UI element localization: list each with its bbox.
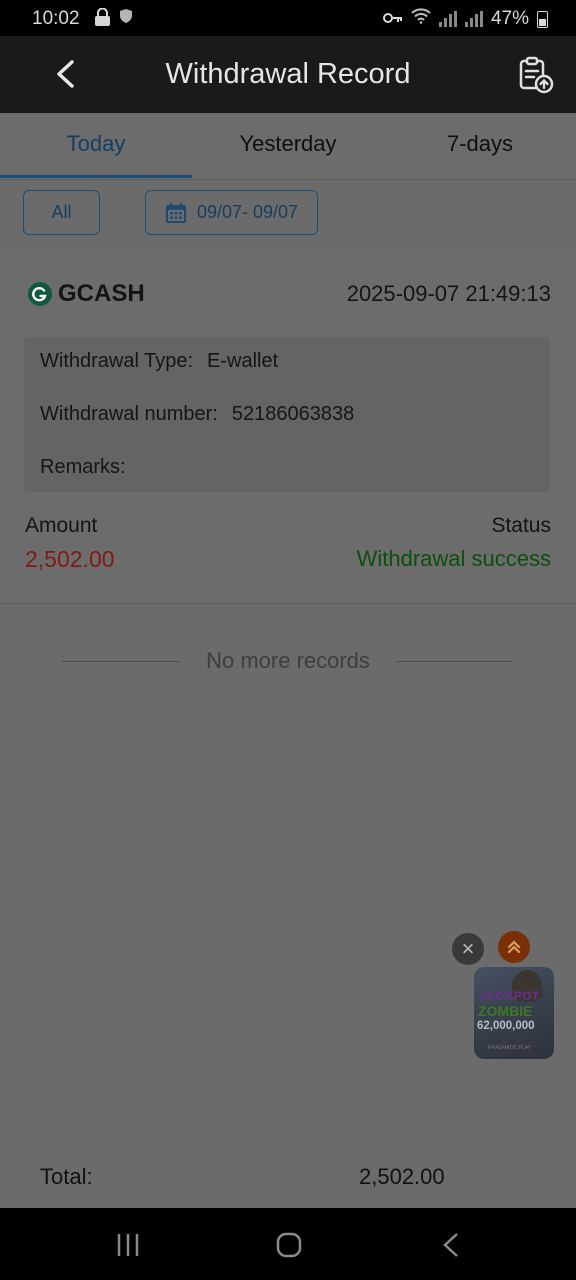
withdrawal-type-row: Withdrawal Type: E-wallet: [40, 350, 278, 373]
remarks-label: Remarks:: [40, 456, 126, 478]
total-value: 2,502.00: [359, 1164, 445, 1189]
payment-method-name: GCASH: [58, 280, 145, 307]
home-button[interactable]: [269, 1228, 309, 1262]
list-end-indicator: No more records: [0, 647, 576, 677]
scroll-top-button[interactable]: [498, 931, 530, 963]
withdrawal-number-label: Withdrawal number:: [40, 403, 218, 425]
withdrawal-record-card[interactable]: GCASH 2025-09-07 21:49:13 Withdrawal Typ…: [0, 250, 576, 604]
amount-label: Amount: [25, 514, 98, 537]
tab-7-days[interactable]: 7-days: [384, 131, 576, 157]
withdrawal-number-row: Withdrawal number: 52186063838: [40, 403, 354, 426]
back-icon: [443, 1233, 458, 1257]
promo-banner[interactable]: JACKPOT ZOMBIE 62,000,000 PRAGMATIC PLAY: [474, 967, 554, 1059]
home-icon: [276, 1232, 302, 1258]
status-bar: 10:02 47%: [0, 0, 576, 36]
total-label: Total:: [40, 1164, 93, 1189]
total-bar: Total: 2,502.00: [0, 1148, 576, 1208]
divider: [396, 661, 512, 662]
status-label: Status: [491, 514, 551, 537]
system-navigation-bar: [0, 1208, 576, 1280]
status-time: 10:02: [32, 8, 80, 29]
calendar-icon: [165, 202, 186, 223]
tab-today[interactable]: Today: [0, 131, 192, 157]
key-icon: [382, 8, 403, 30]
promo-provider: PRAGMATIC PLAY: [488, 1045, 532, 1051]
promo-jackpot-amount: 62,000,000: [477, 1020, 535, 1032]
withdrawal-type-label: Withdrawal Type:: [40, 350, 194, 372]
ad-close-button[interactable]: ×: [452, 933, 484, 965]
system-back-button[interactable]: [430, 1228, 470, 1262]
gcash-logo-icon: [28, 282, 52, 306]
date-tabs: Today Yesterday 7-days: [0, 113, 576, 180]
remarks-row: Remarks:: [40, 456, 140, 479]
double-chevron-up-icon: [507, 940, 521, 954]
recent-apps-button[interactable]: [108, 1228, 148, 1262]
signal-icon: [438, 11, 457, 27]
wifi-icon: [411, 8, 431, 30]
filter-bar: All 09/07- 09/07: [0, 180, 576, 246]
date-range-button[interactable]: 09/07- 09/07: [145, 190, 318, 235]
record-details: Withdrawal Type: E-wallet Withdrawal numb…: [24, 337, 550, 492]
tab-yesterday[interactable]: Yesterday: [192, 131, 384, 157]
app-header: Withdrawal Record: [0, 36, 576, 113]
date-range-label: 09/07- 09/07: [196, 202, 299, 222]
active-tab-indicator: [0, 175, 192, 178]
filter-all-button[interactable]: All: [23, 190, 100, 235]
withdrawal-number-value: 52186063838: [231, 403, 355, 425]
close-icon: ×: [461, 936, 475, 961]
amount-value: 2,502.00: [25, 546, 115, 572]
promo-subtitle: ZOMBIE: [478, 1003, 533, 1019]
page-title: Withdrawal Record: [165, 58, 411, 90]
status-badge: Withdrawal success: [356, 546, 551, 571]
signal-icon: [464, 11, 483, 27]
shield-icon: [120, 9, 132, 26]
status-right-group: 47%: [382, 8, 548, 30]
withdrawal-type-value: E-wallet: [207, 350, 279, 372]
battery-icon: [537, 10, 548, 28]
battery-percent: 47%: [490, 8, 529, 29]
lock-icon: [94, 7, 111, 33]
export-record-button[interactable]: [518, 56, 554, 94]
record-datetime: 2025-09-07 21:49:13: [346, 281, 551, 306]
clipboard-upload-icon: [519, 56, 554, 94]
promo-title: JACKPOT: [479, 989, 540, 1003]
recent-apps-icon: [117, 1234, 139, 1256]
payment-method: GCASH: [28, 280, 145, 308]
